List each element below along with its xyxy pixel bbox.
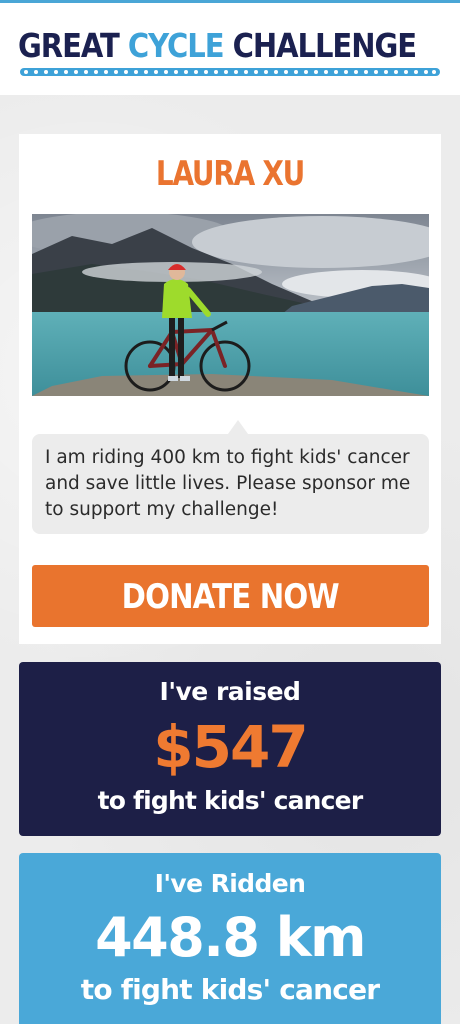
bubble-tail <box>228 420 248 434</box>
raised-amount: $547 <box>153 713 308 781</box>
logo-wordmark: GREAT CYCLE CHALLENGE <box>18 26 417 65</box>
participant-message: I am riding 400 km to fight kids' cancer… <box>45 447 411 520</box>
participant-name: LAURA XU <box>155 154 305 194</box>
ridden-label: I've Ridden <box>154 869 306 898</box>
donate-now-button[interactable]: DONATE NOW <box>32 565 429 627</box>
ridden-panel: I've Ridden 448.8 km to fight kids' canc… <box>19 853 441 1024</box>
cyclist-photo <box>32 214 429 396</box>
bike-chain-icon <box>20 68 440 76</box>
raised-label: I've raised <box>159 677 301 706</box>
great-cycle-challenge-logo[interactable]: GREAT CYCLE CHALLENGE <box>18 27 442 77</box>
logo-word-cycle: CYCLE <box>127 26 225 65</box>
raised-caption: to fight kids' cancer <box>97 786 364 815</box>
participant-card: LAURA XU I am riding 400 km to fight kid… <box>19 134 441 644</box>
donate-now-label: DONATE NOW <box>121 577 340 617</box>
raised-panel: I've raised $547 to fight kids' cancer <box>19 662 441 836</box>
message-bubble: I am riding 400 km to fight kids' cancer… <box>32 420 429 534</box>
logo-word-challenge: CHALLENGE <box>232 26 417 65</box>
ridden-distance: 448.8 km <box>95 906 366 969</box>
logo-word-great: GREAT <box>18 26 120 65</box>
ridden-caption: to fight kids' cancer <box>80 973 380 1006</box>
site-header: GREAT CYCLE CHALLENGE <box>0 3 460 95</box>
cyclist-photo-image <box>32 214 429 396</box>
